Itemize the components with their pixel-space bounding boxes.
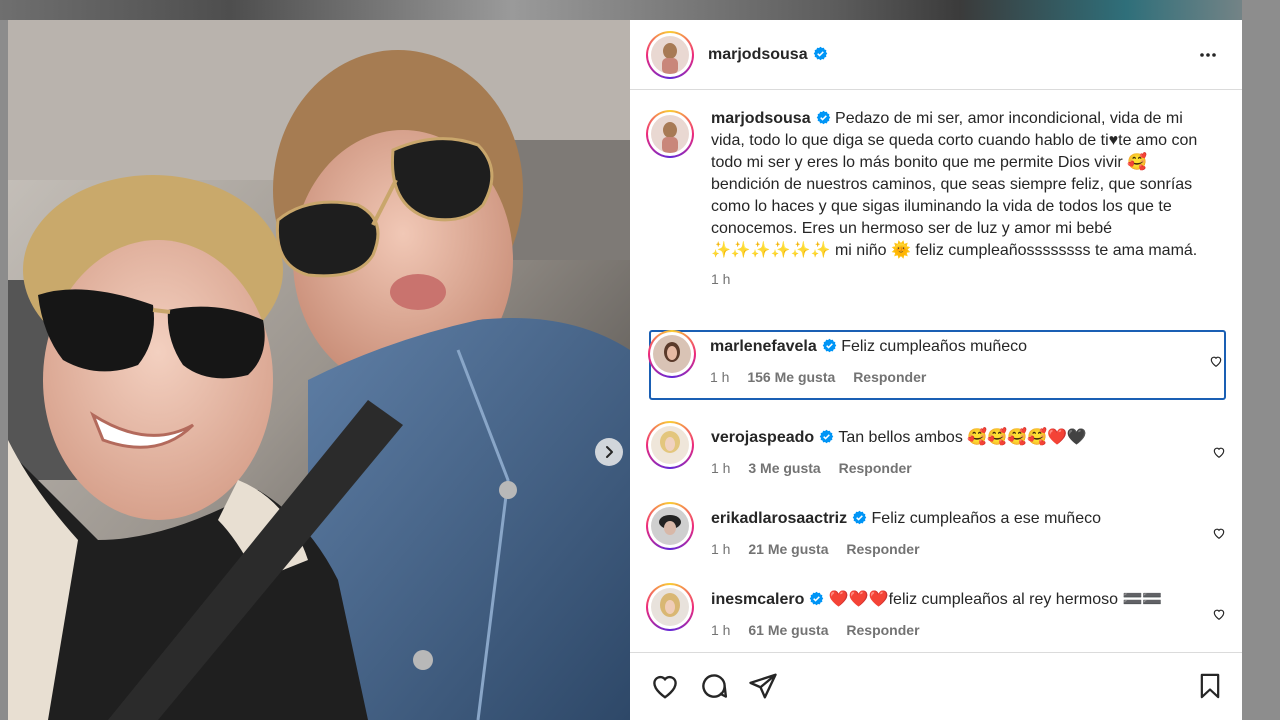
comment-time: 1 h	[711, 622, 731, 638]
heart-icon[interactable]	[650, 671, 680, 701]
avatar-image	[653, 335, 691, 373]
reply-button[interactable]: Responder	[853, 369, 926, 385]
caption-time: 1 h	[711, 271, 731, 287]
comment-text: ❤️❤️❤️feliz cumpleaños al rey hermoso 🟰🟰	[828, 591, 1163, 608]
post-photo	[8, 20, 630, 720]
comment-item: verojaspeado Tan bellos ambos 🥰🥰🥰🥰❤️🖤 1 …	[646, 421, 1226, 491]
verified-badge-icon	[816, 110, 830, 125]
comment-likes[interactable]: 21 Me gusta	[748, 541, 828, 557]
caption-text: Pedazo de mi ser, amor incondicional, vi…	[711, 110, 1198, 259]
heart-icon[interactable]	[1209, 354, 1223, 368]
background-feed-strip	[0, 0, 1280, 20]
comment-time: 1 h	[711, 541, 731, 557]
avatar-image	[651, 35, 689, 74]
caption-author-avatar[interactable]	[646, 110, 694, 158]
commenter-username[interactable]: inesmcalero	[711, 591, 804, 608]
author-username[interactable]: marjodsousa	[708, 46, 808, 63]
next-photo-button[interactable]	[595, 438, 623, 466]
comment-item: erikadlarosaactriz Feliz cumpleaños a es…	[646, 502, 1226, 572]
author-avatar[interactable]	[646, 30, 694, 79]
comment-text: Tan bellos ambos 🥰🥰🥰🥰❤️🖤	[838, 429, 1087, 446]
heart-icon[interactable]	[1212, 526, 1226, 540]
reply-button[interactable]: Responder	[839, 460, 912, 476]
commenter-avatar[interactable]	[646, 583, 694, 631]
post-image	[8, 20, 630, 720]
comment-likes[interactable]: 61 Me gusta	[748, 622, 828, 638]
commenter-avatar[interactable]	[646, 502, 694, 550]
comment-icon[interactable]	[699, 671, 729, 701]
reply-button[interactable]: Responder	[846, 622, 919, 638]
verified-badge-icon	[819, 429, 834, 444]
comment-time: 1 h	[710, 369, 730, 385]
post-header: marjodsousa	[630, 20, 1242, 90]
post-action-bar	[630, 652, 1242, 720]
verified-badge-icon	[810, 591, 824, 606]
post-caption: marjodsousa Pedazo de mi ser, amor incon…	[646, 108, 1226, 290]
commenter-avatar[interactable]	[648, 330, 696, 378]
share-icon[interactable]	[748, 671, 778, 701]
comment-likes[interactable]: 3 Me gusta	[748, 460, 820, 476]
more-options-icon[interactable]	[1198, 45, 1218, 65]
verified-badge-icon	[813, 46, 827, 60]
reply-button[interactable]: Responder	[846, 541, 919, 557]
comment-item: marlenefavela Feliz cumpleaños muñeco 1 …	[648, 330, 1226, 400]
heart-icon[interactable]	[1212, 445, 1226, 459]
comment-text: Feliz cumpleaños a ese muñeco	[871, 510, 1101, 527]
verified-badge-icon	[852, 510, 867, 525]
commenter-avatar[interactable]	[646, 421, 694, 469]
commenter-username[interactable]: verojaspeado	[711, 429, 814, 446]
verified-badge-icon	[822, 338, 836, 353]
post-details-panel: marjodsousa marjodsousa Pedazo de mi ser…	[630, 20, 1242, 720]
heart-icon[interactable]	[1212, 607, 1226, 621]
bookmark-icon[interactable]	[1196, 671, 1224, 701]
avatar-image	[651, 507, 689, 545]
commenter-username[interactable]: marlenefavela	[710, 338, 817, 355]
commenter-username[interactable]: erikadlarosaactriz	[711, 510, 847, 527]
backdrop-overlay	[1242, 0, 1280, 720]
comment-likes[interactable]: 156 Me gusta	[747, 369, 835, 385]
avatar-image	[651, 115, 689, 153]
chevron-right-icon	[606, 446, 613, 458]
comment-text: Feliz cumpleaños muñeco	[841, 338, 1028, 355]
comment-item: inesmcalero ❤️❤️❤️feliz cumpleaños al re…	[646, 583, 1226, 653]
avatar-image	[651, 426, 689, 464]
comment-time: 1 h	[711, 460, 731, 476]
avatar-image	[651, 588, 689, 626]
caption-username[interactable]: marjodsousa	[711, 110, 811, 127]
